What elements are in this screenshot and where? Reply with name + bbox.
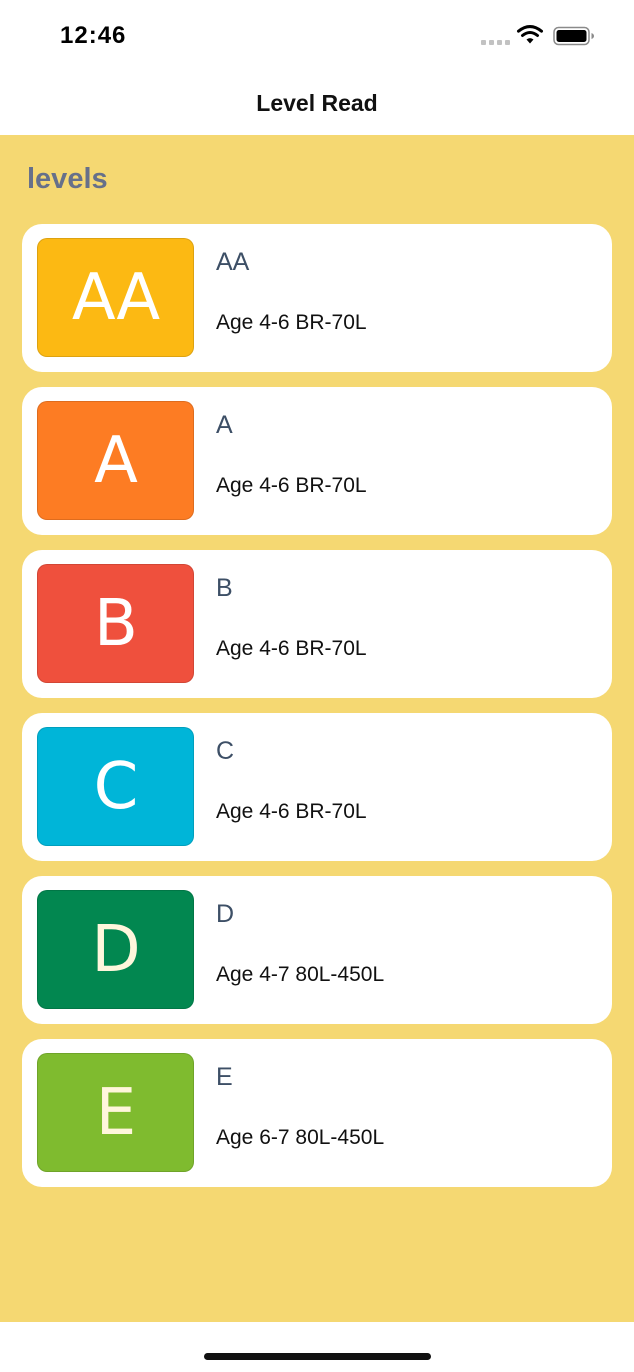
level-badge: D — [37, 890, 194, 1009]
level-badge: B — [37, 564, 194, 683]
level-title: A — [216, 411, 233, 439]
level-badge: E — [37, 1053, 194, 1172]
level-subtitle: Age 4-6 BR-70L — [216, 637, 367, 660]
level-card-c[interactable]: C C Age 4-6 BR-70L — [22, 713, 612, 861]
level-subtitle: Age 4-6 BR-70L — [216, 311, 367, 334]
section-title: levels — [27, 163, 108, 195]
level-badge: AA — [37, 238, 194, 357]
level-card-a[interactable]: A A Age 4-6 BR-70L — [22, 387, 612, 535]
cellular-signal-icon — [481, 40, 511, 46]
page-title: Level Read — [256, 90, 378, 116]
status-time: 12:46 — [60, 22, 127, 49]
level-subtitle: Age 4-6 BR-70L — [216, 474, 367, 497]
status-bar: 12:46 — [0, 0, 634, 70]
level-title: E — [216, 1063, 233, 1091]
level-subtitle: Age 4-7 80L-450L — [216, 963, 385, 986]
battery-icon — [553, 26, 594, 46]
wifi-icon — [517, 25, 543, 44]
home-indicator-area — [0, 1322, 634, 1372]
level-title: D — [216, 900, 235, 928]
levels-content: levels AA AA Age 4-6 BR-70L A A Age 4-6 … — [0, 135, 634, 1322]
level-card-aa[interactable]: AA AA Age 4-6 BR-70L — [22, 224, 612, 372]
level-title: C — [216, 737, 235, 765]
level-title: AA — [216, 248, 250, 276]
level-badge: A — [37, 401, 194, 520]
level-card-b[interactable]: B B Age 4-6 BR-70L — [22, 550, 612, 698]
level-card-d[interactable]: D D Age 4-7 80L-450L — [22, 876, 612, 1024]
home-indicator[interactable] — [204, 1353, 431, 1360]
level-title: B — [216, 574, 233, 602]
level-badge: C — [37, 727, 194, 846]
level-subtitle: Age 4-6 BR-70L — [216, 800, 367, 823]
navigation-bar: Level Read — [0, 70, 634, 135]
level-subtitle: Age 6-7 80L-450L — [216, 1126, 385, 1149]
level-card-e[interactable]: E E Age 6-7 80L-450L — [22, 1039, 612, 1187]
